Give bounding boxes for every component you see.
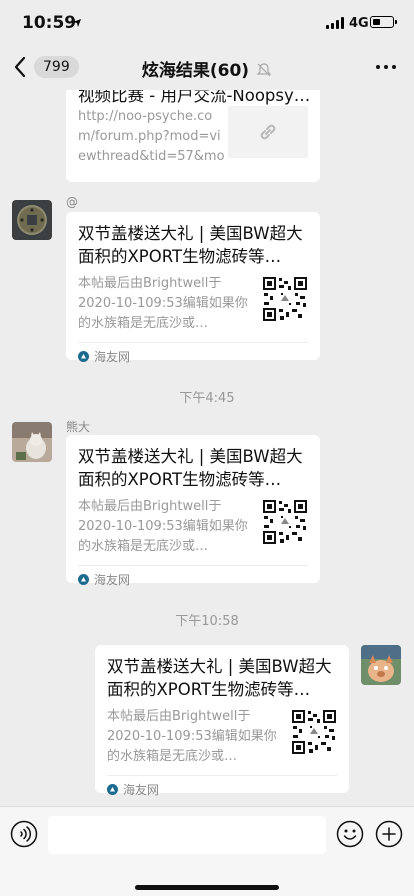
- link-icon: [260, 124, 276, 140]
- link-message-card[interactable]: 视频比赛 - 用户交流-Noopsyche http://noo-psyche.…: [66, 90, 320, 182]
- article-card[interactable]: 双节盖楼送大礼 | 美国BW超大面积的XPORT生物滤砖等… 本帖最后由Brig…: [95, 645, 349, 797]
- qr-code-icon: [291, 709, 337, 755]
- location-arrow-icon: [73, 19, 81, 27]
- plus-icon[interactable]: [375, 820, 403, 848]
- link-thumbnail: [228, 106, 308, 158]
- status-bar: 10:59 4G: [0, 0, 414, 44]
- emoji-icon[interactable]: [336, 820, 364, 848]
- network-label: 4G: [349, 16, 369, 31]
- qr-code-icon: [262, 276, 308, 322]
- card-source: 海友网: [94, 573, 131, 587]
- nav-bar: 799 炫海结果(60): [0, 44, 414, 90]
- avatar-self[interactable]: [361, 645, 401, 685]
- avatar-sender-2[interactable]: [12, 422, 52, 462]
- card-title: 双节盖楼送大礼 | 美国BW超大面积的XPORT生物滤砖等…: [78, 447, 303, 489]
- article-card[interactable]: 双节盖楼送大礼 | 美国BW超大面积的XPORT生物滤砖等… 本帖最后由Brig…: [66, 435, 320, 587]
- source-logo-icon: [78, 574, 89, 585]
- timestamp: 下午10:58: [175, 614, 239, 629]
- source-logo-icon: [78, 351, 89, 362]
- link-title: 视频比赛 - 用户交流-Noopsyche: [78, 90, 314, 105]
- signal-icon: [326, 17, 346, 29]
- dog-avatar-icon: [361, 645, 401, 685]
- cat-avatar-icon: [12, 422, 52, 462]
- qr-code-icon: [262, 499, 308, 545]
- link-url: http://noo-psyche.com/forum.php?mod=view…: [78, 109, 225, 164]
- battery-icon: [370, 16, 397, 28]
- nav-title-group: 炫海结果(60): [120, 56, 294, 81]
- sender-name: @: [66, 195, 78, 209]
- article-card[interactable]: 双节盖楼送大礼 | 美国BW超大面积的XPORT生物滤砖等… 本帖最后由Brig…: [66, 212, 320, 364]
- message-input[interactable]: [48, 816, 326, 854]
- home-indicator[interactable]: [135, 885, 279, 890]
- coin-avatar-icon: [12, 200, 52, 240]
- more-options-icon[interactable]: [374, 56, 398, 78]
- page-title: 炫海结果(60): [141, 61, 250, 81]
- mute-bell-icon: [256, 63, 272, 77]
- source-logo-icon: [107, 784, 118, 795]
- unread-count-badge: 799: [34, 56, 79, 78]
- voice-input-icon[interactable]: [10, 820, 38, 848]
- back-button[interactable]: 799: [10, 54, 79, 80]
- chat-area[interactable]: 视频比赛 - 用户交流-Noopsyche http://noo-psyche.…: [0, 90, 414, 806]
- input-bar: [0, 806, 414, 896]
- card-description: 本帖最后由Brightwell于2020-10-109:53编辑如果你的水族箱是…: [107, 709, 277, 764]
- card-title: 双节盖楼送大礼 | 美国BW超大面积的XPORT生物滤砖等…: [78, 224, 303, 266]
- card-source: 海友网: [123, 783, 160, 797]
- status-time: 10:59: [22, 13, 77, 33]
- sender-name: 熊大: [66, 420, 91, 434]
- card-description: 本帖最后由Brightwell于2020-10-109:53编辑如果你的水族箱是…: [78, 276, 248, 331]
- avatar-sender-1[interactable]: [12, 200, 52, 240]
- timestamp: 下午4:45: [179, 391, 235, 406]
- card-description: 本帖最后由Brightwell于2020-10-109:53编辑如果你的水族箱是…: [78, 499, 248, 554]
- chevron-left-icon: [14, 56, 26, 78]
- card-title: 双节盖楼送大礼 | 美国BW超大面积的XPORT生物滤砖等…: [107, 657, 332, 699]
- card-source: 海友网: [94, 350, 131, 364]
